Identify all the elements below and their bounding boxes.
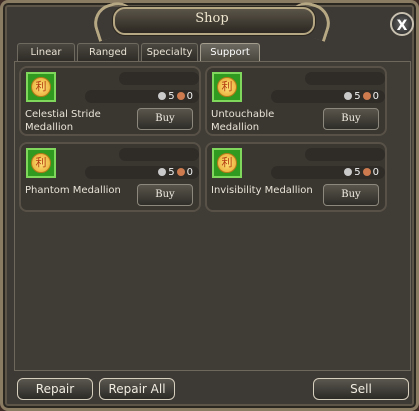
item-info-bar [119, 148, 199, 161]
item-price: 50 [158, 166, 193, 179]
medallion-icon: 利 [26, 72, 56, 102]
copper-coin-icon [362, 168, 371, 176]
silver-coin-icon [158, 168, 167, 176]
silver-coin-icon [158, 92, 167, 100]
buy-button[interactable]: Buy [137, 108, 193, 130]
copper-coin-icon [176, 168, 185, 176]
buy-button[interactable]: Buy [137, 184, 193, 206]
item-info-bar [305, 148, 385, 161]
item-card: 利 50 Celestial Stride Medallion Buy [19, 66, 201, 136]
item-info-bar [119, 72, 199, 85]
tab-support[interactable]: Support [200, 43, 260, 61]
item-name: Celestial Stride Medallion [25, 109, 101, 133]
copper-coin-icon [362, 92, 371, 100]
medallion-icon: 利 [212, 148, 242, 178]
tab-specialty[interactable]: Specialty [141, 43, 198, 61]
item-price: 50 [344, 90, 379, 103]
buy-button[interactable]: Buy [323, 108, 379, 130]
repair-button[interactable]: Repair [17, 378, 93, 400]
shop-window: Shop X Linear Ranged Specialty Support 利… [0, 0, 419, 411]
silver-coin-icon [344, 92, 353, 100]
repair-all-button[interactable]: Repair All [99, 378, 175, 400]
item-info-bar [305, 72, 385, 85]
copper-coin-icon [176, 92, 185, 100]
window-title: Shop [195, 11, 229, 26]
item-list: 利 50 Celestial Stride Medallion Buy 利 50… [14, 61, 411, 371]
item-name: Phantom Medallion [25, 185, 121, 196]
tab-ranged[interactable]: Ranged [77, 43, 139, 61]
close-button[interactable]: X [390, 12, 414, 36]
title-bar: Shop [88, 0, 336, 42]
item-name: Untouchable Medallion [211, 109, 275, 133]
medallion-icon: 利 [26, 148, 56, 178]
item-card: 利 50 Untouchable Medallion Buy [205, 66, 387, 136]
silver-coin-icon [344, 168, 353, 176]
item-card: 利 50 Phantom Medallion Buy [19, 142, 201, 212]
item-card: 利 50 Invisibility Medallion Buy [205, 142, 387, 212]
sell-button[interactable]: Sell [313, 378, 409, 400]
medallion-icon: 利 [212, 72, 242, 102]
item-price: 50 [158, 90, 193, 103]
item-price: 50 [344, 166, 379, 179]
item-name: Invisibility Medallion [211, 185, 313, 196]
buy-button[interactable]: Buy [323, 184, 379, 206]
tab-linear[interactable]: Linear [17, 43, 75, 61]
